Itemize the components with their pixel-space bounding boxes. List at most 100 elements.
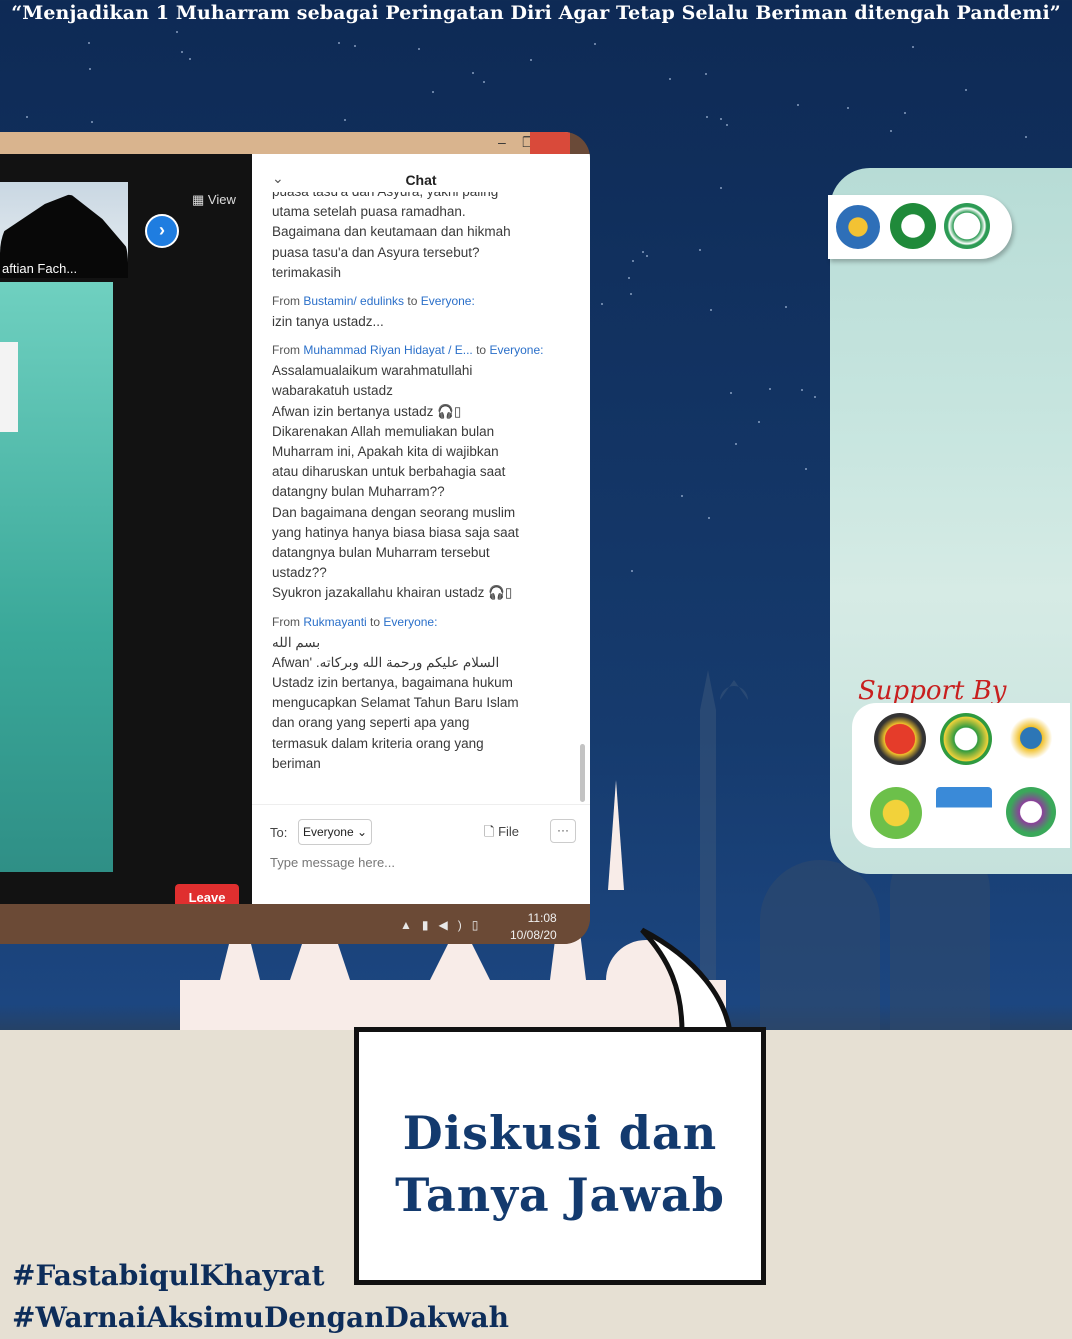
star bbox=[768, 387, 771, 390]
star bbox=[529, 59, 532, 62]
star bbox=[642, 251, 645, 254]
sender-name[interactable]: Rukmayanti bbox=[303, 615, 366, 629]
speech-bubble: Diskusi dan Tanya Jawab bbox=[354, 1027, 766, 1285]
organization-logo bbox=[944, 203, 990, 249]
sponsor-logo bbox=[1006, 713, 1056, 763]
recipient-select[interactable]: Everyone ⌄ bbox=[298, 819, 372, 845]
window-titlebar: – ❐ bbox=[0, 132, 570, 154]
close-button[interactable] bbox=[530, 132, 570, 154]
bubble-tail bbox=[640, 927, 733, 1035]
file-label: File bbox=[498, 824, 520, 839]
from-word: From bbox=[272, 343, 300, 358]
sender-name[interactable]: Bustamin/ edulinks bbox=[303, 294, 404, 308]
star bbox=[912, 46, 915, 49]
logo-bar bbox=[828, 195, 1012, 259]
participant-name: aftian Fach... bbox=[2, 261, 78, 276]
star bbox=[668, 78, 671, 81]
star bbox=[91, 121, 94, 124]
chat-message-line: Bagaimana dan keutamaan dan hikmah bbox=[272, 224, 511, 240]
star bbox=[188, 58, 191, 61]
file-button[interactable]: 🗋 File bbox=[484, 823, 519, 845]
chat-panel: ⌄ Chat puasa tasu'a dan Asyura, yakni pa… bbox=[252, 154, 590, 904]
to-word: to bbox=[370, 614, 381, 629]
recipient-name: Everyone: bbox=[489, 343, 544, 358]
message-input[interactable]: Type message here... bbox=[270, 855, 395, 870]
to-label: To: bbox=[270, 825, 288, 840]
star bbox=[720, 187, 723, 190]
star bbox=[627, 277, 630, 280]
participant-video[interactable]: aftian Fach... bbox=[0, 182, 128, 278]
chat-message-line: dan orang yang seperti apa yang bbox=[272, 715, 470, 731]
taskbar-clock[interactable]: 11:08 10/08/20 bbox=[510, 910, 557, 944]
recipient-value: Everyone bbox=[302, 825, 354, 839]
view-button[interactable]: ▦ View bbox=[192, 192, 236, 208]
star bbox=[804, 468, 807, 471]
star bbox=[1024, 135, 1027, 138]
star bbox=[699, 249, 702, 252]
star bbox=[847, 106, 850, 109]
chat-message: From Muhammad Riyan Hidayat / E... to Ev… bbox=[272, 342, 572, 603]
chat-message-line: ustadz?? bbox=[272, 565, 327, 581]
chat-message-line: Syukron jazakallahu khairan ustadz 🎧▯ bbox=[272, 585, 513, 601]
hashtag: #FastabiqulKhayrat bbox=[12, 1259, 325, 1292]
star bbox=[725, 124, 728, 127]
chat-message-line: wabarakatuh ustadz bbox=[272, 383, 393, 399]
chat-message-line: puasa tasu'a dan Asyura, yakni paling bbox=[272, 192, 572, 202]
grid-icon: ▦ bbox=[192, 192, 205, 207]
star bbox=[87, 41, 90, 44]
minimize-icon[interactable]: – bbox=[498, 134, 506, 150]
chat-message-line: Dikarenakan Allah memuliakan bulan bbox=[272, 423, 495, 439]
star bbox=[965, 88, 968, 91]
chat-message-line: Ustadz izin bertanya, bagaimana hukum bbox=[272, 675, 513, 691]
sender-name[interactable]: Muhammad Riyan Hidayat / E... bbox=[303, 343, 472, 357]
more-options-button[interactable]: ··· bbox=[550, 819, 576, 843]
star bbox=[594, 43, 597, 46]
clock-time: 11:08 bbox=[527, 911, 557, 925]
star bbox=[704, 72, 707, 75]
star bbox=[26, 116, 29, 119]
star bbox=[720, 118, 723, 121]
sponsor-logo bbox=[936, 787, 992, 837]
chat-message-sender: From Bustamin/ edulinks to Everyone: bbox=[272, 293, 572, 309]
from-word: From bbox=[272, 294, 300, 309]
sponsor-logo bbox=[870, 787, 922, 839]
star bbox=[432, 91, 435, 94]
chat-message-line: Muharram ini, Apakah kita di wajibkan bbox=[272, 444, 499, 460]
page-title: “Menjadikan 1 Muharram sebagai Peringata… bbox=[11, 2, 1061, 24]
chat-message-sender: From Rukmayanti to Everyone: bbox=[272, 614, 572, 630]
to-word: to bbox=[476, 343, 487, 358]
star bbox=[709, 309, 712, 312]
chat-message-line: puasa tasu'a dan Asyura tersebut? bbox=[272, 244, 480, 260]
to-word: to bbox=[407, 294, 418, 309]
system-tray-icons[interactable]: ▲▮◀)▯ bbox=[400, 918, 488, 932]
next-page-button[interactable]: › bbox=[145, 214, 179, 248]
taskbar: ▲▮◀)▯ 11:08 10/08/20 bbox=[0, 904, 590, 944]
star bbox=[180, 50, 183, 53]
support-title: Support By bbox=[858, 676, 1007, 706]
chat-scrollbar[interactable] bbox=[580, 744, 585, 802]
star bbox=[785, 305, 788, 308]
chat-message-line: atau diharuskan untuk berbahagia saat bbox=[272, 464, 506, 480]
chat-message-line: izin tanya ustadz... bbox=[272, 314, 384, 330]
star bbox=[796, 103, 799, 106]
star bbox=[630, 570, 633, 573]
star bbox=[646, 254, 649, 257]
chat-title: Chat bbox=[405, 172, 437, 188]
star bbox=[757, 420, 760, 423]
shared-screen bbox=[0, 282, 113, 872]
star bbox=[631, 260, 634, 263]
bubble-line-1: Diskusi dan bbox=[402, 1106, 718, 1160]
zoom-meeting-window: – ❐ aftian Fach... ▦ View › Leave ⌄ Chat… bbox=[0, 132, 590, 944]
chat-message-line: Assalamualaikum warahmatullahi bbox=[272, 363, 473, 379]
chat-message-sender: From Muhammad Riyan Hidayat / E... to Ev… bbox=[272, 342, 572, 358]
chat-message: puasa tasu'a dan Asyura, yakni paling uta… bbox=[272, 192, 572, 283]
star bbox=[680, 494, 683, 497]
chat-messages[interactable]: puasa tasu'a dan Asyura, yakni paling uta… bbox=[272, 192, 572, 797]
hashtag: #WarnaiAksimuDenganDakwah bbox=[12, 1301, 509, 1334]
video-pane: aftian Fach... ▦ View › Leave bbox=[0, 154, 252, 912]
star bbox=[600, 302, 603, 305]
chat-message-line: datangnya bulan Muharram tersebut bbox=[272, 545, 490, 561]
star bbox=[890, 129, 892, 132]
from-word: From bbox=[272, 614, 300, 629]
chevron-down-icon: ⌄ bbox=[356, 825, 368, 839]
